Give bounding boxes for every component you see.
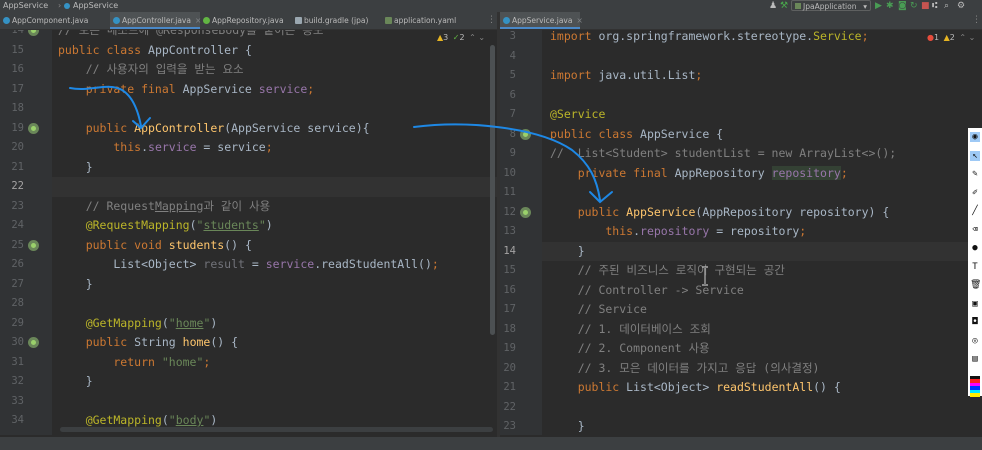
marker-icon[interactable]: ✐: [970, 188, 980, 198]
trash-icon[interactable]: 🗑: [970, 280, 981, 290]
status-bar: [0, 437, 982, 450]
line-icon[interactable]: ╱: [970, 206, 980, 216]
pen-stroke-left: [69, 85, 142, 127]
annotation-toolbar: ◉ ↖ ✎ ✐ ╱ ⌫ ● T 🗑 ▣ ◘ ◎ ▤: [968, 128, 982, 397]
pen-stroke-long: [413, 123, 601, 201]
dot-icon[interactable]: ●: [970, 243, 980, 253]
eraser-icon[interactable]: ⌫: [970, 225, 980, 235]
color-swatch[interactable]: [970, 393, 980, 397]
pen-icon[interactable]: ✎: [970, 169, 980, 179]
text-icon[interactable]: T: [970, 262, 980, 272]
eye-icon[interactable]: ◉: [970, 132, 980, 142]
record-icon[interactable]: ◎: [970, 336, 980, 346]
board-icon[interactable]: ▤: [970, 354, 980, 364]
camera-icon[interactable]: ◘: [970, 317, 980, 327]
save-icon[interactable]: ▣: [970, 299, 980, 309]
pen-annotation-overlay: [69, 85, 613, 204]
cursor-icon[interactable]: ↖: [970, 150, 980, 161]
arrowhead-right: [589, 191, 613, 204]
text-cursor-icon: [702, 266, 708, 286]
arrowhead-left: [132, 117, 151, 130]
